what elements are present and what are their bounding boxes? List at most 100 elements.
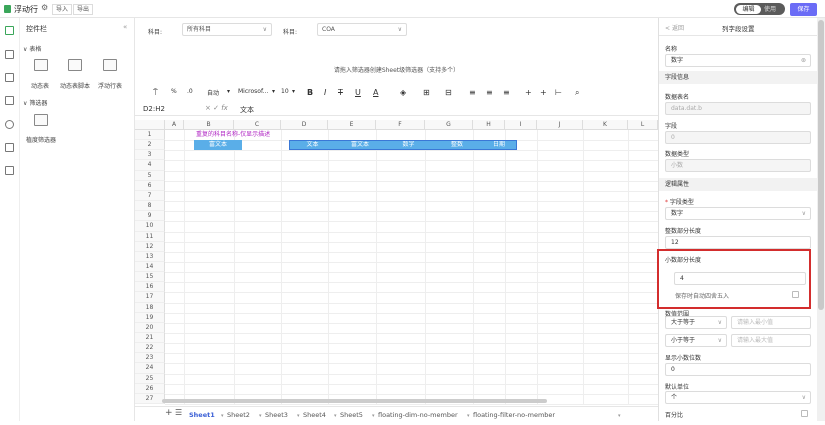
sheet-tab[interactable]: Sheet3 xyxy=(265,411,288,419)
ctl-item-dynamic-table[interactable]: 动态表 xyxy=(31,81,49,90)
sheet-list-icon[interactable]: ☰ xyxy=(175,408,182,417)
ctl-item-dynamic-table-script[interactable]: 动态表脚本 xyxy=(60,81,90,90)
ctl-item-floating-row-table[interactable]: 浮动行表 xyxy=(98,81,122,90)
row-header[interactable]: 7 xyxy=(135,190,165,202)
row-header[interactable]: 19 xyxy=(135,312,165,323)
dynamic-table-icon[interactable] xyxy=(34,59,48,71)
column-header[interactable]: D xyxy=(281,120,328,130)
bold-icon[interactable]: B xyxy=(307,88,313,97)
row-header[interactable]: 17 xyxy=(135,292,165,303)
cell-b1[interactable]: 重复的科目名称-仅显示描述 xyxy=(196,130,270,140)
font-color-icon[interactable]: A xyxy=(373,88,378,97)
row-header[interactable]: 8 xyxy=(135,201,165,212)
mode-toggle[interactable]: 编辑 使用 xyxy=(734,3,785,15)
column-header[interactable]: C xyxy=(234,120,281,130)
row-header[interactable]: 3 xyxy=(135,150,165,161)
text-rotate-icon[interactable]: ⊢ xyxy=(555,88,562,97)
filter-section-header[interactable]: ∨ 筛选器 xyxy=(23,98,47,107)
row-header[interactable]: 5 xyxy=(135,170,165,181)
font-size-select[interactable]: 10 xyxy=(281,88,289,95)
merge-cells-icon[interactable]: ⊟ xyxy=(445,88,452,97)
int-length-input[interactable]: 12 xyxy=(665,236,811,249)
subject2-filter-select[interactable]: COA ∨ xyxy=(317,23,407,36)
border-icon[interactable]: ⊞ xyxy=(423,88,430,97)
row-header[interactable]: 26 xyxy=(135,383,165,394)
row-header[interactable]: 2 xyxy=(135,140,165,151)
column-header[interactable]: F xyxy=(376,120,425,130)
column-header[interactable]: L xyxy=(628,120,658,130)
sheet-grid[interactable]: A B C D E F G H I J K L 1 2 3 4 5 6 7 8 9 10 11 12 13 14 15 16 17 18 1… xyxy=(135,120,659,425)
floating-row-table-icon[interactable] xyxy=(103,59,117,71)
row-header[interactable]: 9 xyxy=(135,211,165,222)
row-header[interactable]: 6 xyxy=(135,180,165,191)
row-header[interactable]: 12 xyxy=(135,241,165,252)
percent-format-icon[interactable]: % xyxy=(171,88,177,95)
column-header[interactable]: A xyxy=(165,120,184,130)
chevron-down-icon[interactable]: ▾ xyxy=(221,413,224,419)
chevron-down-icon[interactable]: ▾ xyxy=(297,413,300,419)
row-header[interactable]: 21 xyxy=(135,333,165,344)
italic-icon[interactable]: I xyxy=(324,88,326,97)
chevron-down-icon[interactable]: ▾ xyxy=(259,413,262,419)
sheet-tab[interactable]: Sheet2 xyxy=(227,411,250,419)
formula-input[interactable]: 文本 xyxy=(240,105,254,115)
settings-icon[interactable]: ⊛ xyxy=(801,55,806,66)
align-center-icon[interactable]: ≡ xyxy=(486,88,493,97)
dimension-filter-icon[interactable] xyxy=(34,114,48,126)
display-decimals-input[interactable]: 0 xyxy=(665,363,811,376)
strikethrough-icon[interactable]: T xyxy=(338,88,343,97)
chevron-down-icon[interactable]: ▾ xyxy=(467,413,470,419)
subject-filter-select[interactable]: 所有科目 ∨ xyxy=(182,23,272,36)
row-header[interactable]: 13 xyxy=(135,251,165,262)
row-header[interactable]: 1 xyxy=(135,130,165,141)
controls-icon[interactable] xyxy=(5,26,14,35)
row-header[interactable]: 11 xyxy=(135,231,165,242)
sheet-tab[interactable]: Sheet5 xyxy=(340,411,363,419)
formula-icon[interactable] xyxy=(5,96,14,105)
lte-select[interactable]: 小于等于 ∨ xyxy=(665,334,727,347)
double-chevron-left-icon[interactable]: « xyxy=(123,23,127,31)
grid-icon[interactable] xyxy=(5,50,14,59)
sheet-tab[interactable]: floating-filter-no-member xyxy=(473,411,555,419)
text-wrap-icon[interactable]: + xyxy=(540,88,547,97)
font-family-select[interactable]: Microsof... xyxy=(238,88,268,95)
sheet-tab[interactable]: floating-dim-no-member xyxy=(378,411,458,419)
chevron-down-icon[interactable]: ▾ xyxy=(618,413,621,419)
chevron-down-icon[interactable]: ▾ xyxy=(372,413,375,419)
chevron-down-icon[interactable]: ▾ xyxy=(227,88,230,95)
column-header[interactable]: I xyxy=(505,120,537,130)
fill-color-icon[interactable]: ◈ xyxy=(400,88,406,97)
column-header[interactable]: B xyxy=(184,120,234,130)
chevron-down-icon[interactable]: ▾ xyxy=(334,413,337,419)
row-header[interactable]: 10 xyxy=(135,221,165,232)
row-header[interactable]: 23 xyxy=(135,353,165,364)
column-header[interactable]: G xyxy=(425,120,473,130)
corner-cell[interactable] xyxy=(135,120,165,130)
mode-use-option[interactable]: 使用 xyxy=(764,5,776,14)
document-icon[interactable] xyxy=(5,73,14,82)
chevron-down-icon[interactable]: ▾ xyxy=(292,88,295,95)
row-header[interactable]: 4 xyxy=(135,160,165,171)
row-header[interactable]: 22 xyxy=(135,343,165,354)
underline-icon[interactable]: U xyxy=(355,88,361,97)
sheet-tab[interactable]: Sheet1 xyxy=(189,411,215,419)
row-header[interactable]: 25 xyxy=(135,373,165,384)
search-icon[interactable]: ⌕ xyxy=(575,88,579,98)
align-left-icon[interactable]: ≡ xyxy=(469,88,476,97)
chevron-down-icon[interactable]: ▾ xyxy=(272,88,275,95)
format-painter-icon[interactable]: ⍑ xyxy=(153,88,158,98)
row-header[interactable]: 16 xyxy=(135,282,165,293)
row-header[interactable]: 27 xyxy=(135,393,165,405)
percent-checkbox[interactable] xyxy=(801,410,808,417)
zoom-select[interactable]: 自动 xyxy=(207,88,219,97)
gte-select[interactable]: 大于等于 ∨ xyxy=(665,316,727,329)
import-button[interactable]: 导入 xyxy=(52,4,73,15)
horizontal-scrollbar[interactable] xyxy=(162,399,547,403)
name-input[interactable]: 数字 ⊛ xyxy=(665,54,811,67)
field-type-select[interactable]: 数字 ∨ xyxy=(665,207,811,220)
mode-edit-option[interactable]: 编辑 xyxy=(736,4,761,14)
row-header[interactable]: 24 xyxy=(135,363,165,374)
save-button[interactable]: 保存 xyxy=(790,3,817,16)
table-icon[interactable] xyxy=(5,143,14,152)
table-section-header[interactable]: ∨ 表格 xyxy=(23,44,41,53)
